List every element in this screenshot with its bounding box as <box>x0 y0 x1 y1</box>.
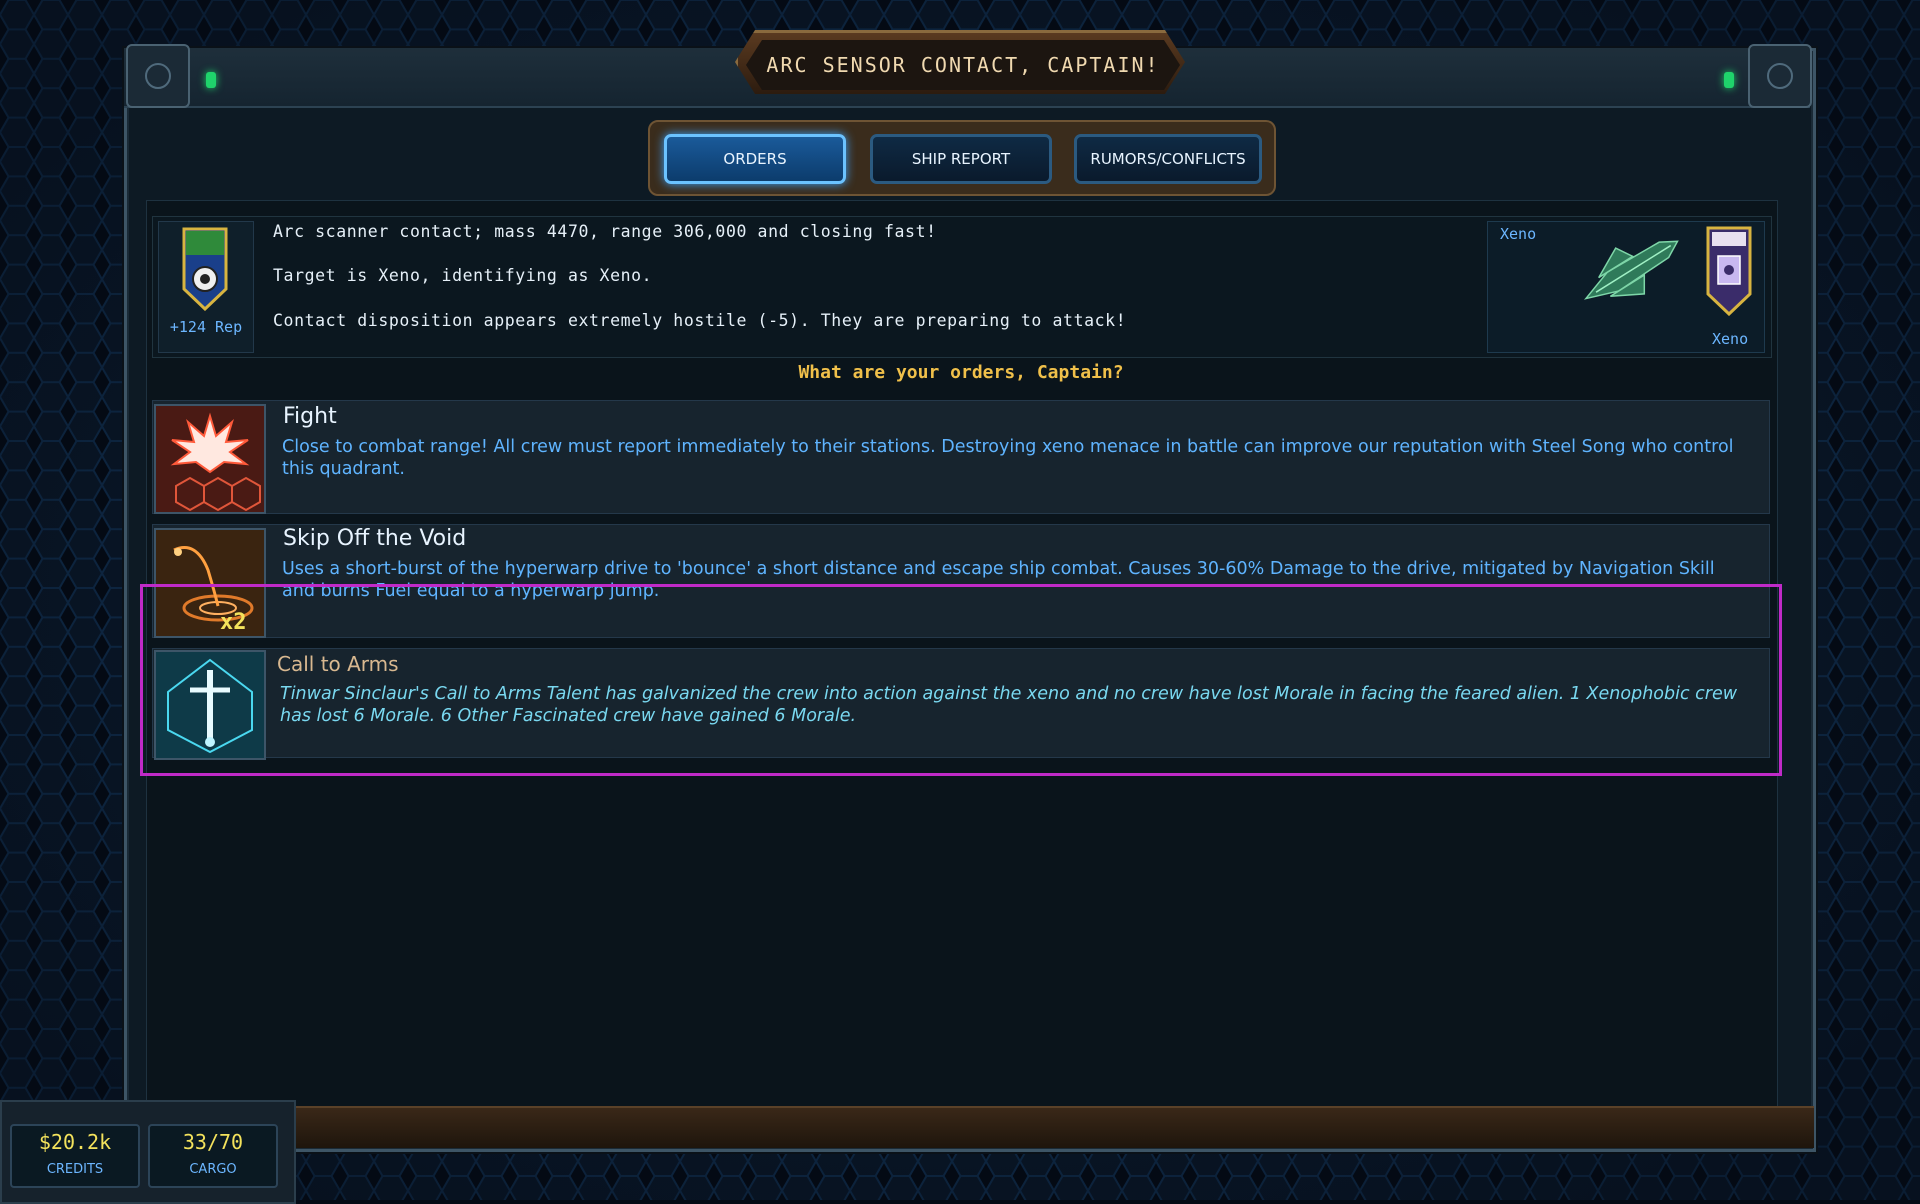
option-fight-description: Close to combat range! All crew must rep… <box>282 437 1734 479</box>
bottom-frame-bar <box>124 1106 1814 1148</box>
credits-value: $20.2k <box>38 1130 112 1154</box>
status-light-icon <box>206 72 216 88</box>
combat-burst-icon <box>154 404 266 514</box>
credits-label: CREDITS <box>46 1162 104 1177</box>
tab-ship-report[interactable]: SHIP REPORT <box>870 134 1052 184</box>
option-skip-title: Skip Off the Void <box>283 526 467 551</box>
tab-orders[interactable]: ORDERS <box>664 134 846 184</box>
cargo-display[interactable]: 33/70 CARGO <box>148 1124 278 1188</box>
frame-corner-left <box>126 44 190 108</box>
credits-display[interactable]: $20.2k CREDITS <box>10 1124 140 1188</box>
enemy-name-top: Xeno <box>1500 225 1537 243</box>
faction-banner-icon <box>182 227 228 311</box>
selection-highlight <box>140 584 1782 776</box>
cargo-label: CARGO <box>189 1162 237 1177</box>
enemy-ship-icon <box>1583 240 1679 300</box>
reputation-value: +124 Rep <box>169 318 243 336</box>
status-light-icon <box>1724 72 1734 88</box>
cargo-value: 33/70 <box>182 1130 244 1154</box>
frame-corner-right <box>1748 44 1812 108</box>
enemy-name-bottom: Xeno <box>1712 330 1749 348</box>
contact-line-1: Arc scanner contact; mass 4470, range 30… <box>273 222 937 241</box>
xeno-banner-icon <box>1706 226 1752 316</box>
dialog-title: ARC SENSOR CONTACT, CAPTAIN! <box>735 30 1185 94</box>
orders-prompt: What are your orders, Captain? <box>798 362 1124 383</box>
tab-rumors-conflicts[interactable]: RUMORS/CONFLICTS <box>1074 134 1262 184</box>
contact-line-2: Target is Xeno, identifying as Xeno. <box>273 266 653 285</box>
option-fight-title: Fight <box>283 404 337 429</box>
contact-line-3: Contact disposition appears extremely ho… <box>273 311 1127 330</box>
